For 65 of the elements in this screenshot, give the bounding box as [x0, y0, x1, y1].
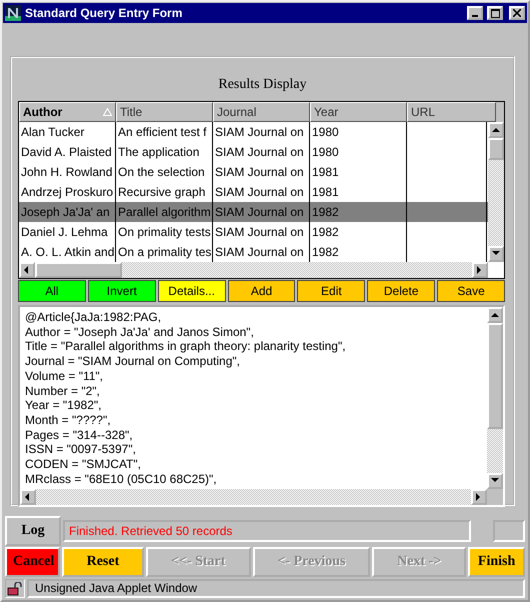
- action-button[interactable]: Invert: [88, 280, 156, 302]
- up-arrow-icon: [491, 311, 499, 319]
- action-button[interactable]: All: [18, 280, 86, 302]
- column-header[interactable]: Title: [116, 102, 213, 122]
- column-header[interactable]: Year: [310, 102, 407, 122]
- close-button[interactable]: [509, 6, 525, 20]
- action-button[interactable]: Save: [437, 280, 506, 302]
- indicator-box: [493, 520, 525, 542]
- right-arrow-icon: [475, 493, 483, 502]
- left-arrow-icon: [24, 493, 32, 502]
- column-header[interactable]: Author: [19, 102, 116, 122]
- bibtex-line: Month = "????",: [25, 412, 112, 428]
- wizard-button[interactable]: Cancel: [5, 547, 60, 577]
- scrollbar-corner: [487, 489, 503, 506]
- bibtex-line: Author = "Joseph Ja'Ja' and Janos Simon",: [25, 324, 255, 340]
- scroll-thumb[interactable]: [487, 323, 503, 429]
- bibtex-line: Volume = "11",: [25, 368, 104, 384]
- scroll-thumb[interactable]: [35, 262, 122, 278]
- bibtex-line: @Article{JaJa:1982:PAG,: [25, 310, 162, 325]
- table-row[interactable]: Daniel J. Lehma On primality tests SIAM Journal on 1982: [19, 222, 488, 242]
- table-row[interactable]: Andrzej Proskuro Recursive graph SIAM Journal on 1981: [19, 182, 488, 202]
- unlocked-padlock-icon: [7, 582, 23, 596]
- bibtex-line: Year = "1982",: [25, 398, 102, 413]
- sort-arrow-icon: [103, 108, 112, 116]
- bibtex-line: Journal = "SIAM Journal on Computing",: [25, 354, 241, 369]
- wizard-button[interactable]: Reset: [62, 547, 144, 577]
- horizontal-scrollbar[interactable]: [19, 262, 504, 278]
- action-button[interactable]: Edit: [297, 280, 366, 302]
- horizontal-scrollbar[interactable]: [20, 489, 503, 506]
- table-row[interactable]: Alan Tucker An efficient test f SIAM Journal on 1980: [19, 122, 488, 142]
- vertical-scrollbar[interactable]: [488, 122, 504, 262]
- maximize-icon: [490, 8, 500, 18]
- minimize-button[interactable]: [467, 6, 483, 20]
- bibtex-line: Number = "2",: [25, 384, 101, 398]
- details-text-area[interactable]: [18, 305, 505, 508]
- table-row[interactable]: Joseph Ja'Ja' an Parallel algorithm SIAM Journal on 1982: [19, 202, 488, 222]
- action-button[interactable]: Add: [228, 280, 296, 302]
- vertical-scrollbar[interactable]: [487, 307, 503, 489]
- maximize-button[interactable]: [487, 6, 503, 20]
- window-title: Standard Query Entry Form: [25, 6, 184, 20]
- log-button[interactable]: Log: [5, 516, 61, 546]
- table-row[interactable]: John H. Rowland On the selection SIAM Journal on 1981: [19, 162, 488, 182]
- table-row[interactable]: A. O. L. Atkin and On a primality tes SIAM Journal on 1982: [19, 242, 488, 262]
- status-bar-text: Unsigned Java Applet Window: [27, 579, 525, 598]
- left-arrow-icon: [23, 266, 31, 274]
- bibtex-line: ISSN = "0097-5397",: [25, 442, 137, 458]
- bibtex-line: Pages = "314--328",: [25, 428, 134, 442]
- app-logo-icon: [5, 5, 21, 21]
- bibtex-line: Title = "Parallel algorithms in graph theory: planarity testing",: [25, 339, 347, 354]
- status-message: Finished. Retrieved 50 records: [63, 520, 471, 542]
- action-button[interactable]: Details...: [158, 280, 226, 302]
- results-heading: Results Display: [217, 76, 308, 94]
- column-header[interactable]: URL: [407, 102, 496, 122]
- wizard-button[interactable]: Finish: [468, 547, 526, 577]
- right-arrow-icon: [476, 266, 484, 274]
- down-arrow-icon: [492, 250, 500, 258]
- bibtex-line: MRclass = "68E10 (05C10 68C25)",: [25, 472, 218, 486]
- column-header[interactable]: Journal: [213, 102, 310, 122]
- up-arrow-icon: [492, 126, 500, 134]
- table-row[interactable]: David A. Plaisted The application SIAM Journal on 1980: [19, 142, 488, 162]
- down-arrow-icon: [491, 477, 499, 485]
- scroll-thumb[interactable]: [488, 138, 504, 160]
- close-icon: [513, 9, 521, 17]
- bibtex-line: CODEN = "SMJCAT",: [25, 457, 142, 472]
- action-button[interactable]: Delete: [367, 280, 436, 302]
